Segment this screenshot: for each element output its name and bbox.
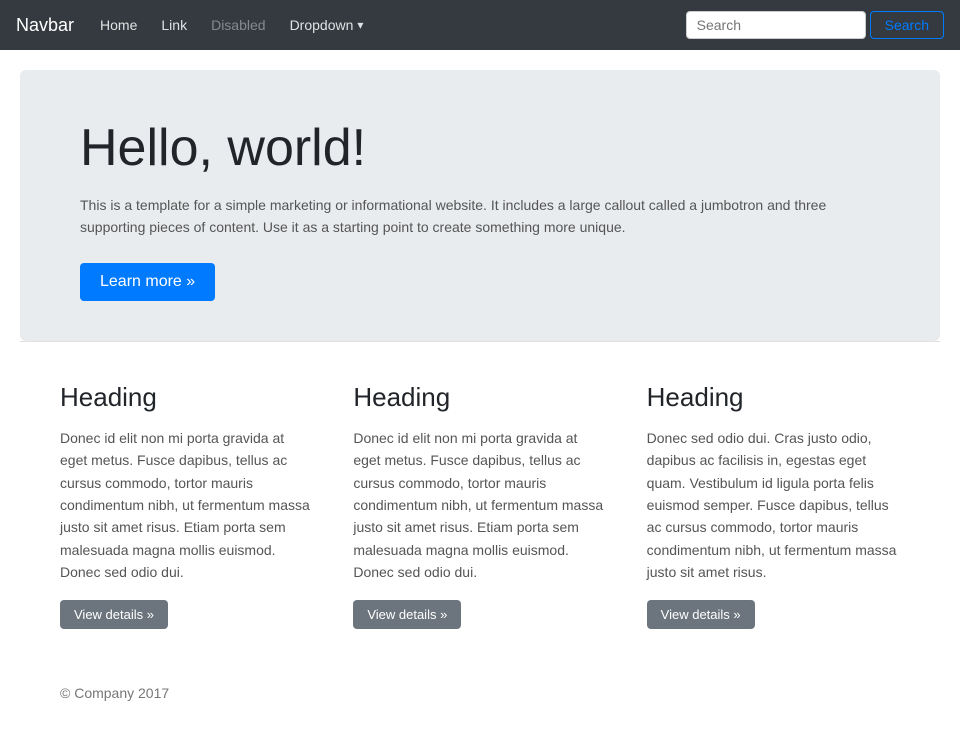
navbar-search: Search [686,11,944,39]
footer-text: © Company 2017 [60,685,169,701]
content-section: Heading Donec id elit non mi porta gravi… [0,342,960,669]
card-3-body: Donec sed odio dui. Cras justo odio, dap… [647,427,900,584]
card-2-body: Donec id elit non mi porta gravida at eg… [353,427,606,584]
content-card-1: Heading Donec id elit non mi porta gravi… [60,382,313,629]
footer: © Company 2017 [0,669,960,731]
card-3-button[interactable]: View details » [647,600,755,629]
card-1-heading: Heading [60,382,313,413]
content-card-2: Heading Donec id elit non mi porta gravi… [353,382,606,629]
navbar-brand[interactable]: Navbar [16,15,74,36]
card-2-heading: Heading [353,382,606,413]
nav-dropdown-label: Dropdown [290,17,354,33]
card-2-button[interactable]: View details » [353,600,461,629]
jumbotron-description: This is a template for a simple marketin… [80,194,840,239]
jumbotron-heading: Hello, world! [80,118,880,178]
card-3-heading: Heading [647,382,900,413]
nav-link-disabled: Disabled [201,11,275,39]
content-grid: Heading Donec id elit non mi porta gravi… [60,382,900,629]
learn-more-button[interactable]: Learn more » [80,263,215,301]
search-input[interactable] [686,11,866,39]
nav-link-link[interactable]: Link [151,11,197,39]
jumbotron: Hello, world! This is a template for a s… [20,70,940,341]
nav-link-home[interactable]: Home [90,11,147,39]
nav-links: Home Link Disabled Dropdown [90,11,686,39]
content-card-3: Heading Donec sed odio dui. Cras justo o… [647,382,900,629]
navbar: Navbar Home Link Disabled Dropdown Searc… [0,0,960,50]
nav-dropdown[interactable]: Dropdown [280,11,374,39]
card-1-body: Donec id elit non mi porta gravida at eg… [60,427,313,584]
card-1-button[interactable]: View details » [60,600,168,629]
search-button[interactable]: Search [870,11,944,39]
